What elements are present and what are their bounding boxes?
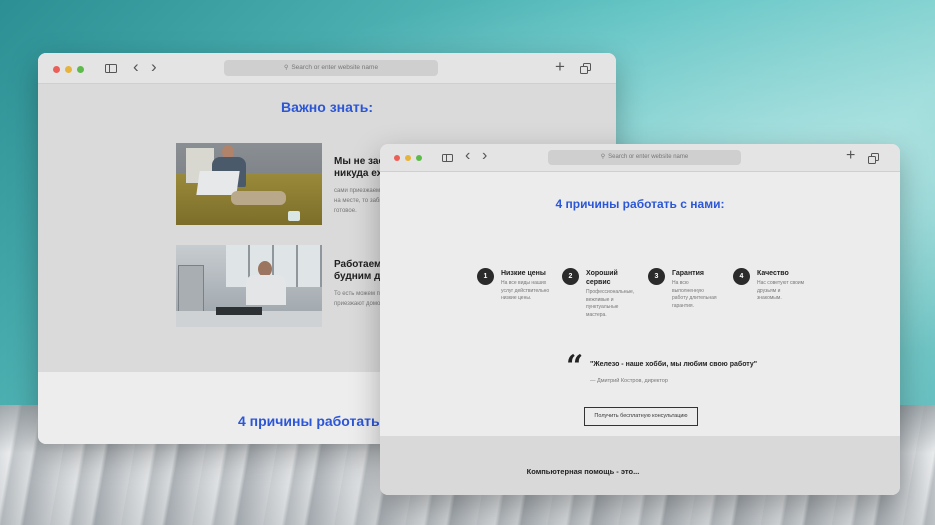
- reason-title-line2: сервис: [586, 279, 611, 286]
- reason-description-line: услуг действительно: [501, 287, 550, 294]
- reason-description-line: выполненную: [672, 287, 704, 294]
- reason-title: Хороший сервис: [586, 269, 618, 287]
- card2-heading-line1: Работаем: [334, 259, 382, 270]
- new-tab-icon[interactable]: +: [555, 58, 565, 75]
- reason-description-line: мастера.: [586, 311, 607, 318]
- reason-description-line: Профессиональные,: [586, 289, 635, 295]
- reason-title-line1: Низкие цены: [501, 270, 546, 277]
- reason-description-line: пунктуальные: [586, 304, 619, 310]
- technician-repair-image: [176, 245, 322, 327]
- front-page-content: 4 причины работать с нами: 1 Низкие цены Н…: [380, 172, 900, 436]
- reasons-section-title-partial: 4 причины работать с н: [238, 413, 404, 429]
- forward-arrow-icon[interactable]: ›: [151, 58, 157, 75]
- front-window-titlebar: ‹ › ⚲ Search or enter website name +: [380, 144, 900, 172]
- search-icon: ⚲: [600, 154, 606, 160]
- card1-text-line3: готовое.: [334, 208, 357, 214]
- close-window-button[interactable]: [394, 155, 400, 161]
- card2-text: То есть можем пр приезжают домо: [334, 289, 383, 309]
- front-browser-window: ‹ › ⚲ Search or enter website name + 4 пр…: [380, 144, 900, 495]
- quote-mark-icon: “: [566, 349, 584, 384]
- forward-arrow-icon[interactable]: ›: [482, 148, 487, 164]
- free-consultation-button[interactable]: Получить бесплатную консультацию: [584, 407, 698, 426]
- show-tabs-icon[interactable]: [580, 63, 591, 74]
- reason-description: На всю выполненную работу длительная гарант…: [672, 280, 717, 310]
- reason-description: На все виды наших услуг действительно низк…: [501, 280, 549, 303]
- back-arrow-icon[interactable]: ‹: [465, 148, 470, 164]
- computer-help-title: Компьютерная помощь - это...: [526, 467, 640, 476]
- reason-title: Низкие цены: [501, 269, 546, 278]
- reason-number-badge: 4: [733, 268, 750, 285]
- reason-description: Профессиональные, вежливые и пунктуальные м…: [586, 289, 634, 319]
- quote-author: — Дмитрий Костров, директор: [590, 378, 668, 384]
- minimize-window-button[interactable]: [405, 155, 411, 161]
- reason-description-line: знакомым.: [757, 295, 782, 301]
- reason-description: Нас советуют своим друзьям и знакомым.: [757, 280, 804, 303]
- reason-title-line1: Хороший: [586, 270, 618, 277]
- close-window-button[interactable]: [53, 66, 60, 73]
- address-bar-placeholder: Search or enter website name: [608, 154, 689, 160]
- reason-title-line1: Гарантия: [672, 270, 704, 277]
- reason-title: Гарантия: [672, 269, 704, 278]
- minimize-window-button[interactable]: [65, 66, 72, 73]
- card2-text-line1: То есть можем пр: [334, 291, 384, 297]
- reason-title: Качество: [757, 269, 789, 278]
- reason-description-line: гарантия.: [672, 302, 694, 309]
- reason-description-line: вежливые и: [586, 296, 614, 303]
- card1-text: сами приезжаем, на месте, то забир готов…: [334, 186, 386, 216]
- important-section-title: Важно знать:: [280, 99, 374, 115]
- back-window-titlebar: ‹ › ⚲ Search or enter website name +: [38, 53, 616, 84]
- show-tabs-icon[interactable]: [868, 153, 879, 164]
- card1-text-line1: сами приезжаем,: [334, 188, 382, 194]
- reason-description-line: Нас советуют своим: [757, 280, 805, 286]
- reason-number-badge: 3: [648, 268, 665, 285]
- card2-heading-line2: будним дн: [334, 271, 387, 282]
- back-arrow-icon[interactable]: ‹: [133, 58, 139, 75]
- reason-description-line: работу длительная: [672, 295, 717, 301]
- reason-description-line: На все виды наших: [501, 280, 547, 286]
- card2-heading: Работаем будним дн: [334, 259, 386, 283]
- quote-text: "Железо - наше хобби, мы любим свою рабо…: [590, 361, 758, 368]
- maximize-window-button[interactable]: [416, 155, 422, 161]
- reason-description-line: низкие цены.: [501, 295, 532, 301]
- sidebar-toggle-icon[interactable]: [442, 154, 453, 162]
- reason-description-line: На всю: [672, 280, 689, 286]
- person-with-laptop-image: [176, 143, 322, 225]
- reasons-section-title: 4 причины работать с нами:: [555, 197, 725, 211]
- address-bar-placeholder: Search or enter website name: [291, 64, 379, 71]
- card2-text-line2: приезжают домо: [334, 301, 381, 307]
- address-bar[interactable]: ⚲ Search or enter website name: [548, 150, 741, 165]
- address-bar[interactable]: ⚲ Search or enter website name: [224, 60, 438, 76]
- sidebar-toggle-icon[interactable]: [105, 64, 117, 73]
- reason-number-badge: 2: [562, 268, 579, 285]
- front-page-footer: Компьютерная помощь - это...: [380, 436, 900, 495]
- reason-title-line1: Качество: [757, 270, 789, 277]
- search-icon: ⚲: [283, 65, 289, 71]
- reason-number-badge: 1: [477, 268, 494, 285]
- card1-text-line2: на месте, то забир: [334, 198, 387, 204]
- new-tab-icon[interactable]: +: [846, 148, 855, 164]
- maximize-window-button[interactable]: [77, 66, 84, 73]
- reason-description-line: друзьям и: [757, 287, 781, 294]
